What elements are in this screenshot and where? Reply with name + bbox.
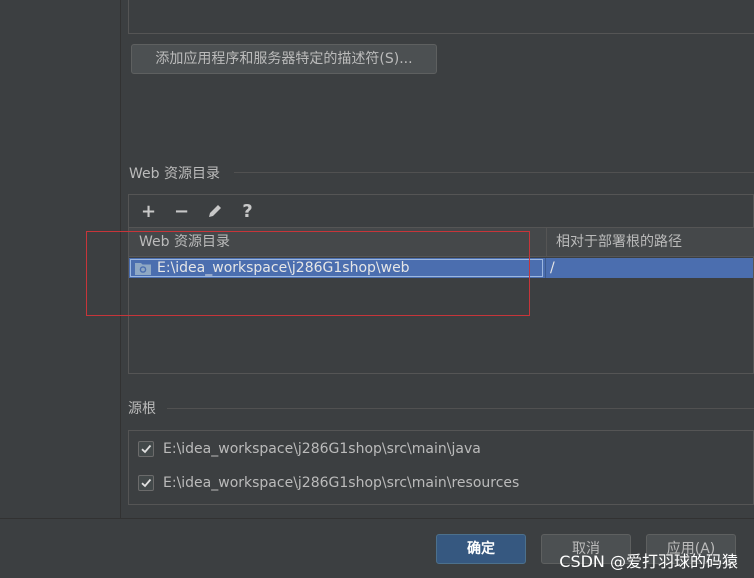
source-root-item[interactable]: E:\idea_workspace\j286G1shop\src\main\ja… bbox=[138, 441, 481, 457]
plus-icon[interactable]: + bbox=[136, 198, 161, 224]
section-divider bbox=[167, 408, 754, 409]
descriptor-table-area bbox=[128, 0, 754, 34]
source-root-checkbox[interactable] bbox=[138, 475, 154, 491]
web-resources-toolbar: + − ? bbox=[136, 197, 260, 225]
highlight-box bbox=[86, 231, 530, 316]
facet-settings-dialog: 添加应用程序和服务器特定的描述符(S)... Web 资源目录 + − ? We… bbox=[0, 0, 754, 578]
section-divider bbox=[234, 172, 754, 173]
checkmark-icon bbox=[141, 444, 152, 454]
source-root-checkbox[interactable] bbox=[138, 441, 154, 457]
question-icon[interactable]: ? bbox=[235, 198, 260, 224]
watermark: CSDN @爱打羽球的码猿 bbox=[559, 552, 738, 571]
ok-button[interactable]: 确定 bbox=[436, 534, 526, 564]
row-divider bbox=[545, 258, 546, 278]
relative-path-cell[interactable]: / bbox=[550, 258, 555, 278]
source-root-item[interactable]: E:\idea_workspace\j286G1shop\src\main\re… bbox=[138, 475, 519, 491]
add-descriptor-button[interactable]: 添加应用程序和服务器特定的描述符(S)... bbox=[131, 44, 437, 74]
minus-icon[interactable]: − bbox=[169, 198, 194, 224]
checkmark-icon bbox=[141, 478, 152, 488]
web-resources-section-title: Web 资源目录 bbox=[129, 166, 220, 182]
source-root-label: E:\idea_workspace\j286G1shop\src\main\re… bbox=[163, 475, 520, 491]
source-root-label: E:\idea_workspace\j286G1shop\src\main\ja… bbox=[163, 441, 481, 457]
source-roots-section-title: 源根 bbox=[128, 401, 156, 417]
column-divider[interactable] bbox=[546, 228, 547, 256]
pencil-icon[interactable] bbox=[202, 198, 227, 224]
column-header-relative-path[interactable]: 相对于部署根的路径 bbox=[556, 228, 682, 256]
